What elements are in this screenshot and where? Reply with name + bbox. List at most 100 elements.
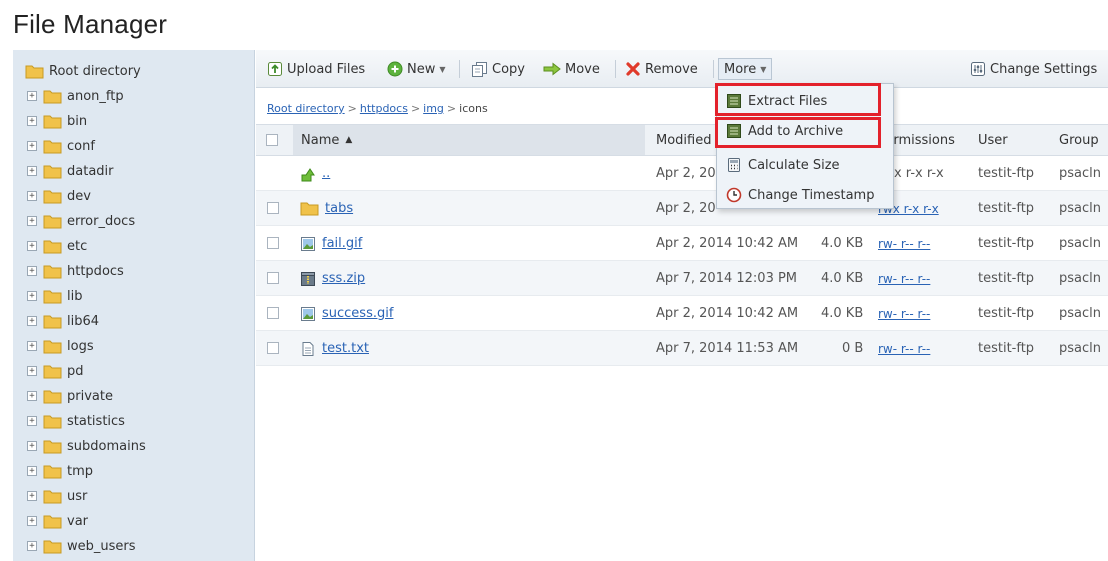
expand-icon[interactable]: + [27, 341, 37, 351]
expand-icon[interactable]: + [27, 366, 37, 376]
breadcrumb-img[interactable]: img [423, 102, 444, 115]
tree-item-label: lib [67, 288, 83, 304]
tree-item-logs[interactable]: + logs [27, 337, 94, 355]
tree-item-lib[interactable]: + lib [27, 287, 82, 305]
expand-icon[interactable]: + [27, 216, 37, 226]
change-settings-button[interactable]: Change Settings [970, 59, 1097, 79]
tree-item-datadir[interactable]: + datadir [27, 162, 114, 180]
table-row[interactable]: sss.zip Apr 7, 2014 12:03 PM 4.0 KB rw- … [256, 261, 1108, 296]
table-row[interactable]: fail.gif Apr 2, 2014 10:42 AM 4.0 KB rw-… [256, 226, 1108, 261]
tree-item-pd[interactable]: + pd [27, 362, 84, 380]
name-cell[interactable]: sss.zip [300, 261, 365, 296]
row-checkbox[interactable] [267, 342, 279, 354]
expand-icon[interactable]: + [27, 516, 37, 526]
toolbar-divider [615, 60, 616, 78]
permissions-link[interactable]: rw- r-- r-- [878, 237, 930, 251]
name-cell[interactable]: success.gif [300, 296, 393, 331]
select-all-checkbox[interactable] [266, 134, 278, 146]
row-checkbox[interactable] [267, 237, 279, 249]
expand-icon[interactable]: + [27, 391, 37, 401]
permissions-cell[interactable]: rw- r-- r-- [878, 331, 930, 366]
column-name[interactable]: Name ▲ [293, 125, 645, 155]
table-row[interactable]: success.gif Apr 2, 2014 10:42 AM 4.0 KB … [256, 296, 1108, 331]
column-modified[interactable]: Modified [656, 125, 711, 155]
file-name-link[interactable]: success.gif [322, 306, 393, 321]
table-row[interactable]: tabs Apr 2, 20 rwx r-x r-x testit-ftp ps… [256, 191, 1108, 226]
tree-item-dev[interactable]: + dev [27, 187, 91, 205]
file-name-link[interactable]: tabs [325, 201, 353, 216]
tree-item-statistics[interactable]: + statistics [27, 412, 125, 430]
table-row[interactable]: .. Apr 2, 20 rwx r-x r-x testit-ftp psac… [256, 156, 1108, 191]
upload-files-button[interactable]: Upload Files [267, 59, 365, 79]
copy-button[interactable]: Copy [471, 59, 525, 79]
permissions-cell[interactable]: rw- r-- r-- [878, 226, 930, 261]
expand-icon[interactable]: + [27, 266, 37, 276]
tree-root[interactable]: Root directory [25, 62, 141, 80]
tree-item-var[interactable]: + var [27, 512, 88, 530]
tree-item-private[interactable]: + private [27, 387, 113, 405]
tree-item-httpdocs[interactable]: + httpdocs [27, 262, 124, 280]
expand-icon[interactable]: + [27, 91, 37, 101]
tree-item-usr[interactable]: + usr [27, 487, 87, 505]
row-checkbox[interactable] [267, 202, 279, 214]
table-row[interactable]: test.txt Apr 7, 2014 11:53 AM 0 B rw- r-… [256, 331, 1108, 366]
new-button[interactable]: New ▼ [387, 59, 446, 79]
folder-icon [43, 465, 62, 478]
column-group[interactable]: Group [1059, 125, 1099, 155]
expand-icon[interactable]: + [27, 291, 37, 301]
row-checkbox[interactable] [267, 272, 279, 284]
expand-icon[interactable]: + [27, 541, 37, 551]
permissions-link[interactable]: rw- r-- r-- [878, 307, 930, 321]
upload-icon [268, 62, 282, 76]
expand-icon[interactable]: + [27, 491, 37, 501]
name-cell[interactable]: .. [300, 156, 330, 191]
file-name-link[interactable]: test.txt [322, 341, 369, 356]
breadcrumb-httpdocs[interactable]: httpdocs [360, 102, 408, 115]
expand-icon[interactable]: + [27, 191, 37, 201]
name-cell[interactable]: fail.gif [300, 226, 362, 261]
permissions-link[interactable]: rw- r-- r-- [878, 272, 930, 286]
name-cell[interactable]: test.txt [300, 331, 369, 366]
expand-icon[interactable]: + [27, 116, 37, 126]
expand-icon[interactable]: + [27, 241, 37, 251]
tree-item-tmp[interactable]: + tmp [27, 462, 93, 480]
name-cell[interactable]: tabs [300, 191, 353, 226]
row-checkbox[interactable] [267, 307, 279, 319]
tree-item-conf[interactable]: + conf [27, 137, 95, 155]
permissions-cell[interactable]: rw- r-- r-- [878, 296, 930, 331]
column-user[interactable]: User [978, 125, 1008, 155]
tree-item-etc[interactable]: + etc [27, 237, 87, 255]
permissions-link[interactable]: rw- r-- r-- [878, 342, 930, 356]
tree-item-label: usr [67, 488, 88, 504]
expand-icon[interactable]: + [27, 316, 37, 326]
change-timestamp-menu-item[interactable]: Change Timestamp [722, 182, 874, 208]
tree-item-lib64[interactable]: + lib64 [27, 312, 99, 330]
expand-icon[interactable]: + [27, 141, 37, 151]
tree-item-subdomains[interactable]: + subdomains [27, 437, 146, 455]
move-button[interactable]: Move [543, 59, 600, 79]
modified-cell: Apr 2, 2014 10:42 AM [656, 306, 799, 321]
calculate-size-menu-item[interactable]: Calculate Size [722, 152, 840, 178]
file-name-link[interactable]: sss.zip [322, 271, 365, 286]
tree-item-anon-ftp[interactable]: + anon_ftp [27, 87, 124, 105]
folder-icon [43, 215, 62, 228]
file-name-link[interactable]: .. [322, 166, 330, 181]
more-button[interactable]: More ▼ [718, 58, 773, 80]
expand-icon[interactable]: + [27, 441, 37, 451]
tree-item-bin[interactable]: + bin [27, 112, 87, 130]
permissions-cell[interactable]: rw- r-- r-- [878, 261, 930, 296]
tree-item-web-users[interactable]: + web_users [27, 537, 136, 555]
tree-item-label: var [67, 513, 89, 529]
remove-button[interactable]: Remove [625, 59, 698, 79]
tree-item-label: anon_ftp [67, 88, 124, 104]
expand-icon[interactable]: + [27, 466, 37, 476]
tree-item-error-docs[interactable]: + error_docs [27, 212, 135, 230]
page-title: File Manager [13, 9, 168, 39]
modified-cell: Apr 2, 20 [656, 166, 716, 181]
expand-icon[interactable]: + [27, 166, 37, 176]
expand-icon[interactable]: + [27, 416, 37, 426]
file-name-link[interactable]: fail.gif [322, 236, 362, 251]
up-folder-icon [301, 167, 315, 181]
breadcrumb-root[interactable]: Root directory [267, 102, 345, 115]
folder-icon [43, 190, 62, 203]
